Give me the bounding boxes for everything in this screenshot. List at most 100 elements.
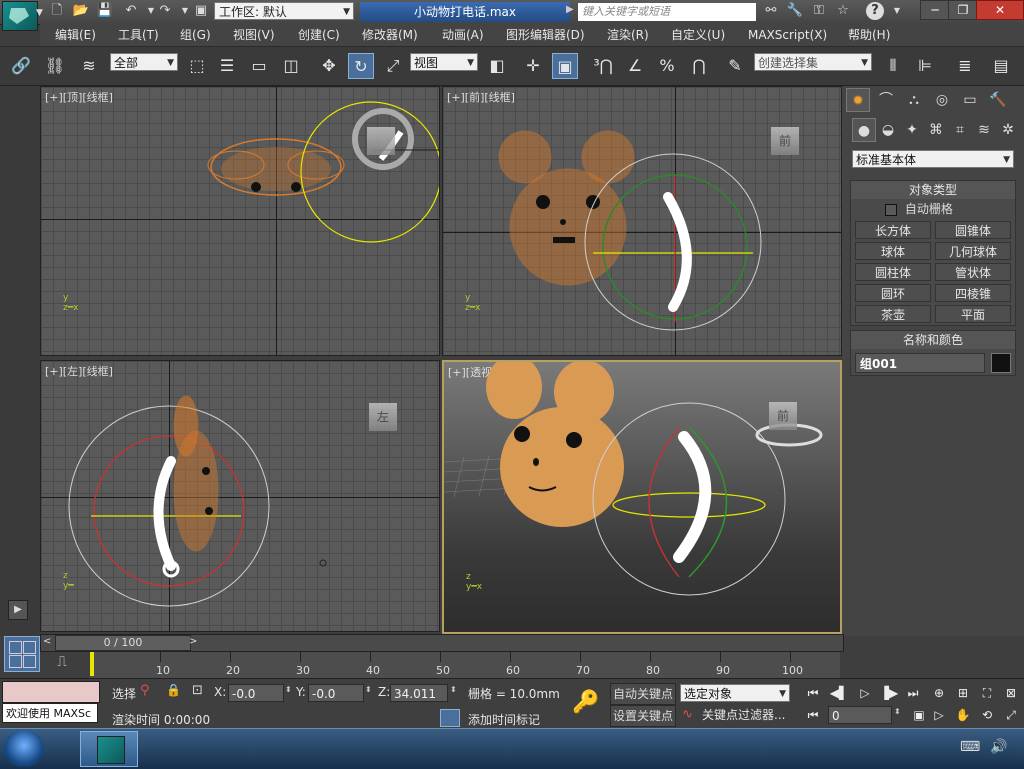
workspace-select[interactable]: 工作区: 默认 ▼	[214, 2, 354, 20]
spacewarps-icon[interactable]: ≋	[972, 118, 996, 142]
orbit-icon[interactable]: ⟲	[976, 705, 998, 725]
search-input[interactable]: 键入关键字或短语	[578, 3, 756, 21]
helpers-icon[interactable]: ⌗	[948, 118, 972, 142]
unlink-icon[interactable]: ⛓	[42, 53, 68, 79]
app-menu-arrow-icon[interactable]: ▼	[36, 8, 43, 18]
key-mode-toggle-icon[interactable]: ⏮	[802, 705, 824, 725]
project-folder-icon[interactable]: ▣	[192, 3, 210, 19]
display-tab-icon[interactable]: ▭	[958, 88, 982, 112]
select-and-rotate-icon[interactable]: ↻	[348, 53, 374, 79]
keyboard-tray-icon[interactable]: ⌨	[960, 739, 980, 755]
add-time-tag-button[interactable]: 添加时间标记	[468, 711, 540, 728]
app-logo-icon[interactable]	[2, 1, 38, 31]
plane-button[interactable]: 平面	[935, 305, 1011, 323]
shapes-icon[interactable]: ◒	[876, 118, 900, 142]
pivot-center-icon[interactable]: ◧	[484, 53, 510, 79]
tube-button[interactable]: 管状体	[935, 263, 1011, 281]
close-button[interactable]: ✕	[976, 0, 1024, 20]
rect-selection-region-icon[interactable]: ▭	[246, 53, 272, 79]
viewport-top[interactable]: [+][顶][线框] y z━x	[40, 86, 440, 356]
utilities-tab-icon[interactable]: 🔨	[986, 88, 1010, 112]
layer-manager-icon[interactable]: ≣	[952, 53, 978, 79]
menu-maxscript[interactable]: MAXScript(X)	[748, 26, 827, 44]
spinner-snap-icon[interactable]: ⋂	[686, 53, 712, 79]
taskbar-3dsmax-app-icon[interactable]	[80, 731, 138, 767]
named-selection-select[interactable]: 创建选择集 ▼	[754, 53, 872, 71]
systems-icon[interactable]: ✲	[996, 118, 1020, 142]
sphere-button[interactable]: 球体	[855, 242, 931, 260]
key-filters-button[interactable]: 关键点过滤器...	[702, 706, 792, 724]
maxscript-listener-top[interactable]	[2, 681, 100, 703]
time-slider[interactable]: < 0 / 100 >	[40, 634, 844, 652]
frame-spinner-icon[interactable]: ⬍	[894, 707, 901, 716]
x-coordinate-input[interactable]: -0.0	[228, 684, 284, 702]
play-icon[interactable]: ▷	[854, 683, 876, 703]
zoom-extents-all-icon[interactable]: ⊠	[1000, 683, 1022, 703]
new-file-icon[interactable]: 🗋	[48, 3, 66, 19]
start-button-icon[interactable]	[4, 731, 44, 767]
cameras-icon[interactable]: ⌘	[924, 118, 948, 142]
menu-group[interactable]: 组(G)	[180, 26, 211, 44]
expand-arrow-icon[interactable]: ▶	[566, 4, 574, 15]
menu-help[interactable]: 帮助(H)	[848, 26, 890, 44]
view-cube-top[interactable]	[367, 127, 395, 155]
ref-coord-system-select[interactable]: 视图 ▼	[410, 53, 478, 71]
torus-button[interactable]: 圆环	[855, 284, 931, 302]
select-and-scale-icon[interactable]: ⤢	[380, 53, 406, 79]
snaps-toggle-icon[interactable]: ³⋂	[590, 53, 616, 79]
modify-tab-icon[interactable]: ⌒	[874, 88, 898, 112]
selection-filter-select[interactable]: 全部 ▼	[110, 53, 178, 71]
mirror-icon[interactable]: ⫴	[880, 53, 906, 79]
previous-frame-icon[interactable]: ◀▌	[828, 683, 850, 703]
box-button[interactable]: 长方体	[855, 221, 931, 239]
open-file-icon[interactable]: 📂	[72, 3, 90, 19]
go-to-start-icon[interactable]: ⏮	[802, 683, 824, 703]
x-spinner-icon[interactable]: ⬍	[285, 685, 292, 694]
help-icon[interactable]: ?	[866, 2, 884, 20]
pan-view-icon[interactable]: ✋	[952, 705, 974, 725]
pyramid-button[interactable]: 四棱锥	[935, 284, 1011, 302]
menu-edit[interactable]: 编辑(E)	[55, 26, 96, 44]
create-tab-icon[interactable]: ✹	[846, 88, 870, 112]
viewport-left[interactable]: [+][左][线框] 左 z y━	[40, 360, 440, 632]
viewport-front[interactable]: [+][前][线框] 前 y z━x	[442, 86, 842, 356]
undo-icon[interactable]: ↶	[122, 3, 140, 19]
menu-views[interactable]: 视图(V)	[233, 26, 275, 44]
set-key-button[interactable]: 设置关键点	[610, 705, 676, 727]
time-tag-icon[interactable]	[440, 709, 460, 727]
next-frame-icon[interactable]: ▐▶	[878, 683, 900, 703]
maxscript-listener-input[interactable]: 欢迎使用 MAXSc	[2, 703, 98, 723]
key-selection-set-select[interactable]: 选定对象 ▼	[680, 684, 790, 702]
object-color-swatch[interactable]	[991, 353, 1011, 373]
align-icon[interactable]: ⊫	[912, 53, 938, 79]
graphite-modeling-icon[interactable]: ▤	[988, 53, 1014, 79]
lights-icon[interactable]: ✦	[900, 118, 924, 142]
object-name-input[interactable]: 组001	[855, 353, 985, 373]
favorites-star-icon[interactable]: ☆	[834, 3, 852, 19]
menu-animation[interactable]: 动画(A)	[442, 26, 484, 44]
percent-snap-icon[interactable]: %	[654, 53, 680, 79]
y-spinner-icon[interactable]: ⬍	[365, 685, 372, 694]
maximize-viewport-icon[interactable]: ⤢	[1000, 705, 1022, 725]
time-prev-icon[interactable]: <	[43, 636, 51, 647]
z-spinner-icon[interactable]: ⬍	[450, 685, 457, 694]
view-cube-front[interactable]: 前	[771, 127, 799, 155]
z-coordinate-input[interactable]: 34.011	[390, 684, 448, 702]
hierarchy-tab-icon[interactable]: ⛬	[902, 88, 926, 112]
time-configuration-icon[interactable]: ▣	[908, 705, 930, 725]
select-manipulate-icon[interactable]: ✛	[520, 53, 546, 79]
save-file-icon[interactable]: 💾	[96, 3, 114, 19]
binoculars-icon[interactable]: ⚯	[762, 3, 780, 19]
cone-button[interactable]: 圆锥体	[935, 221, 1011, 239]
volume-tray-icon[interactable]: 🔊	[990, 739, 1007, 755]
autogrid-checkbox[interactable]: 自动栅格	[885, 201, 953, 217]
time-next-icon[interactable]: >	[189, 636, 197, 647]
select-object-icon[interactable]: ⬚	[184, 53, 210, 79]
restore-button[interactable]: ❐	[948, 0, 978, 20]
select-and-move-icon[interactable]: ✥	[316, 53, 342, 79]
curve-editor-icon[interactable]: ⎍	[50, 654, 74, 674]
window-crossing-icon[interactable]: ◫	[278, 53, 304, 79]
zoom-icon[interactable]: ⊕	[928, 683, 950, 703]
menu-tools[interactable]: 工具(T)	[118, 26, 159, 44]
subscription-icon[interactable]: ⚿	[810, 3, 828, 19]
